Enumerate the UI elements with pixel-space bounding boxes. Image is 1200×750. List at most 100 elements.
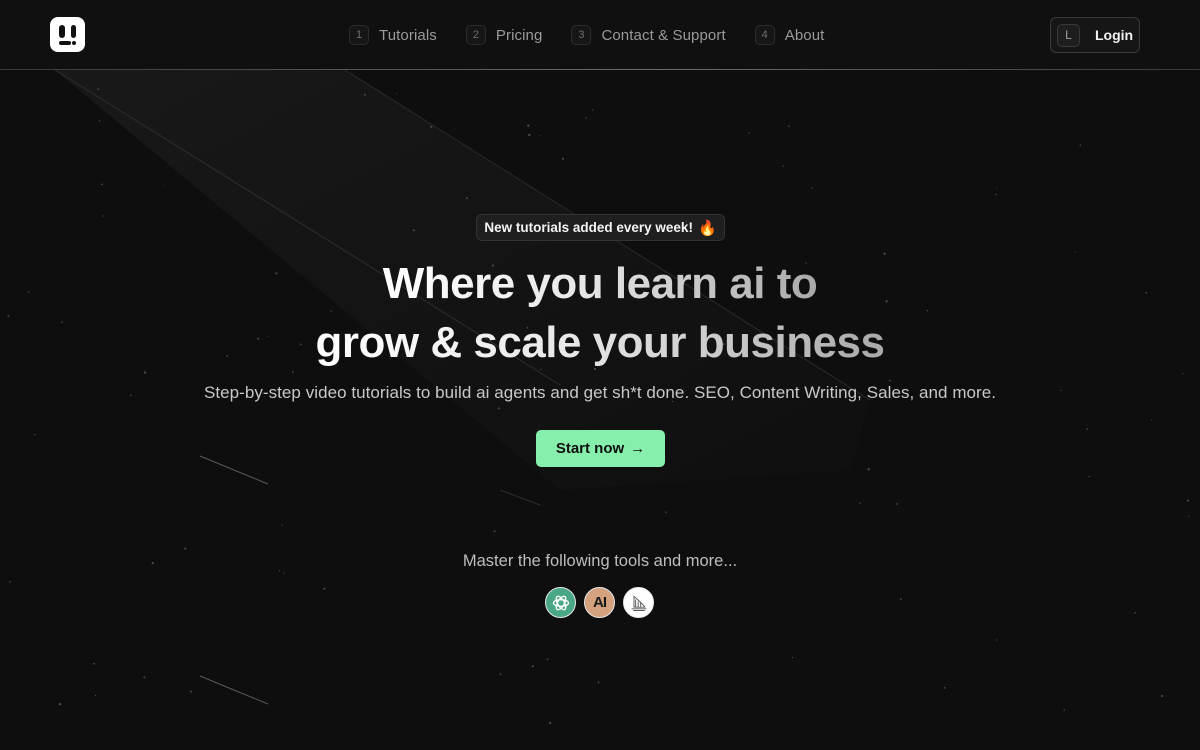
login-label: Login (1095, 27, 1134, 43)
star (995, 193, 998, 196)
star (899, 598, 902, 601)
shooting-star (199, 675, 269, 705)
star (665, 511, 667, 513)
star (94, 694, 97, 697)
star (1150, 419, 1152, 421)
star (867, 468, 870, 471)
hero-subtitle: Step-by-step video tutorials to build ai… (203, 383, 997, 402)
star (101, 183, 103, 186)
cta-label: Start now (555, 440, 625, 457)
star (281, 524, 283, 526)
star (97, 88, 100, 90)
star (499, 673, 502, 675)
star (396, 92, 398, 94)
star (190, 690, 193, 693)
star (1086, 428, 1089, 430)
brand-logo-icon[interactable] (50, 17, 85, 52)
star-field (7, 88, 1190, 725)
nav-shortcut-key: 2 (465, 25, 486, 45)
shooting-star (199, 455, 269, 485)
star (1182, 372, 1184, 375)
headline-line-2: grow & scale your business (316, 313, 885, 372)
badge-text: New tutorials added every week! (484, 220, 693, 235)
star (143, 676, 146, 679)
login-shortcut-key: L (1057, 23, 1080, 47)
star (93, 662, 96, 665)
star (748, 132, 750, 134)
top-navbar: 1 Tutorials 2 Pricing 3 Contact & Suppor… (0, 0, 1200, 70)
star (811, 187, 813, 189)
logo-bar (71, 25, 76, 38)
star (363, 93, 366, 96)
star (163, 184, 165, 186)
star (788, 125, 790, 128)
hero-headline: Where you learn ai to grow & scale your … (0, 254, 1200, 372)
nav-label: About (784, 26, 825, 44)
star (531, 665, 534, 668)
star (1160, 694, 1164, 698)
star (465, 197, 468, 200)
star (1088, 475, 1090, 478)
nav-label: Contact & Support (601, 26, 726, 44)
shooting-star (499, 489, 541, 506)
star (430, 125, 433, 128)
nav-item-about[interactable]: 4 About (754, 25, 825, 45)
nav-label: Pricing (495, 26, 543, 44)
background-beams (7, 69, 1190, 725)
star (889, 379, 891, 382)
star (527, 124, 530, 127)
star (1186, 499, 1189, 502)
star (58, 703, 62, 706)
sailboat-glyph (631, 594, 646, 611)
star (1134, 612, 1136, 614)
star (859, 502, 861, 504)
fire-icon: 🔥 (697, 219, 717, 237)
anthropic-glyph: AI (593, 594, 607, 611)
nav-label: Tutorials (379, 26, 437, 44)
anthropic-icon: AI (584, 587, 615, 618)
logo-dot (72, 41, 76, 45)
nav-shortcut-key: 4 (754, 25, 775, 45)
tool-logos: AI (545, 587, 654, 618)
star (597, 681, 600, 684)
star (1187, 515, 1190, 518)
nav-item-contact-support[interactable]: 3 Contact & Support (571, 25, 726, 45)
star (9, 580, 11, 583)
midjourney-icon (623, 587, 654, 618)
announcement-badge: New tutorials added every week! 🔥 (476, 214, 725, 241)
star (493, 530, 496, 533)
star (546, 658, 549, 661)
star (539, 134, 541, 136)
star (1074, 251, 1077, 253)
star (1079, 144, 1082, 146)
star (585, 117, 587, 119)
star (996, 187, 998, 189)
star (592, 109, 594, 111)
star (791, 656, 794, 659)
star (548, 721, 552, 725)
star (102, 215, 104, 217)
arrow-right-icon: → (630, 440, 646, 457)
star (283, 572, 285, 574)
nav-shortcut-key: 3 (571, 25, 592, 45)
star (412, 229, 416, 232)
star (323, 587, 326, 590)
star (943, 687, 946, 689)
landing-page: 1 Tutorials 2 Pricing 3 Contact & Suppor… (0, 0, 1200, 750)
tools-label: Master the following tools and more... (462, 552, 738, 570)
main-nav: 1 Tutorials 2 Pricing 3 Contact & Suppor… (349, 24, 824, 46)
start-now-button[interactable]: Start now → (536, 430, 665, 467)
headline-line-1: Where you learn ai to (383, 254, 818, 313)
star (98, 120, 101, 122)
logo-dash (59, 41, 71, 45)
star (782, 165, 785, 167)
openai-knot-glyph (552, 595, 569, 610)
star (184, 547, 187, 550)
nav-item-pricing[interactable]: 2 Pricing (465, 25, 543, 45)
logo-bar (59, 25, 65, 38)
nav-item-tutorials[interactable]: 1 Tutorials (349, 25, 437, 45)
nav-shortcut-key: 1 (349, 25, 369, 45)
star (528, 133, 531, 137)
login-button[interactable]: L Login (1050, 17, 1140, 53)
star (497, 407, 500, 410)
